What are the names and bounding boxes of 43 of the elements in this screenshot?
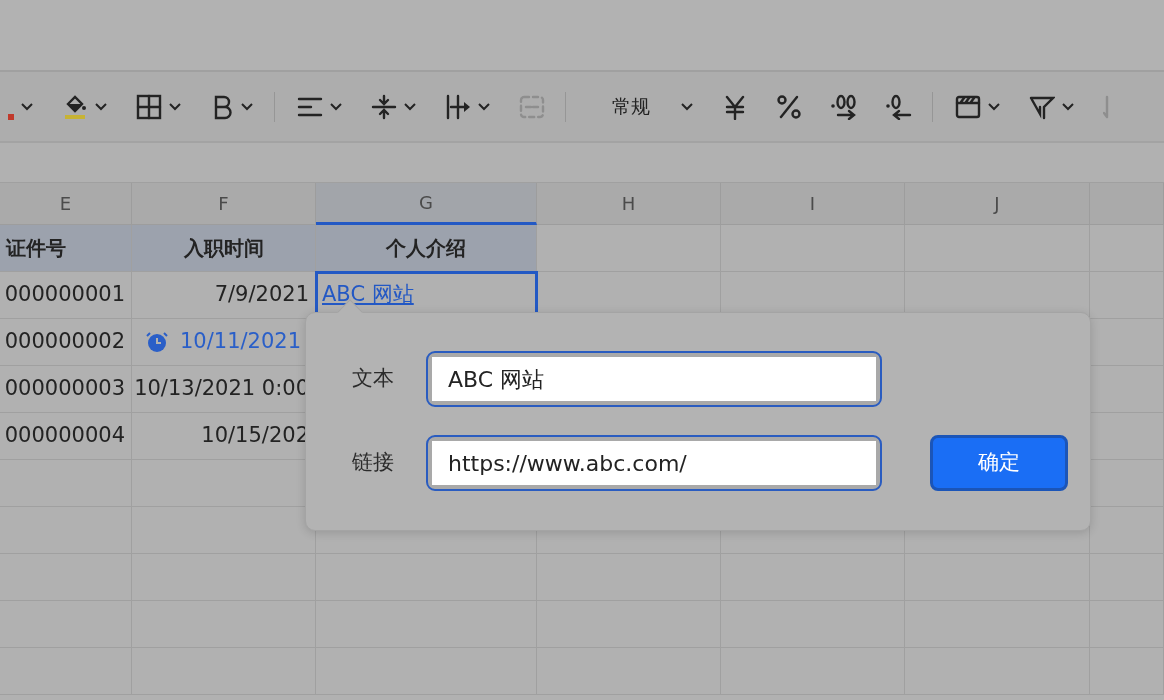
caret-icon — [168, 101, 182, 112]
caret-icon — [403, 101, 417, 112]
text-input-field[interactable]: ABC 网站 — [426, 351, 882, 407]
table-header-cell: 证件号 — [0, 225, 132, 272]
sort-icon — [1103, 93, 1111, 120]
column-header[interactable]: E — [0, 183, 132, 225]
table-cell: 000000004 — [0, 413, 132, 460]
confirm-button[interactable]: 确定 — [930, 435, 1068, 491]
caret-icon — [329, 101, 343, 112]
table-header-cell: 个人介绍 — [316, 225, 537, 272]
decrease-decimal-icon — [885, 93, 912, 120]
column-header[interactable]: H — [537, 183, 721, 225]
reminder-date: 10/11/2021 — [180, 328, 302, 356]
vertical-align-icon — [371, 93, 397, 120]
hyperlink-cell[interactable]: ABC 网站 — [316, 272, 537, 319]
table-cell: 000000002 — [0, 319, 132, 366]
field-label: 文本 — [352, 365, 395, 393]
text-wrap-icon — [445, 93, 471, 120]
increase-decimal-icon — [830, 93, 857, 120]
caret-icon — [477, 101, 491, 112]
link-input-field[interactable]: https://www.abc.com/ — [426, 435, 882, 491]
caret-icon — [240, 101, 254, 112]
caret-icon — [987, 101, 1001, 112]
column-header[interactable]: J — [905, 183, 1090, 225]
column-header[interactable]: I — [721, 183, 905, 225]
paint-bucket-icon — [62, 93, 88, 120]
field-label: 链接 — [352, 449, 395, 477]
table-cell: 000000003 — [0, 366, 132, 413]
number-format-dropdown[interactable]: 常规 — [580, 88, 702, 125]
caret-icon — [20, 101, 34, 112]
alarm-clock-icon — [146, 331, 168, 353]
merge-cells-icon — [519, 93, 545, 120]
table-header-cell: 入职时间 — [132, 225, 316, 272]
caret-icon — [94, 101, 108, 112]
column-header[interactable]: G — [316, 183, 537, 225]
column-header[interactable]: F — [132, 183, 316, 225]
font-color-icon — [8, 113, 14, 120]
percent-icon — [776, 93, 802, 120]
conditional-format-icon — [955, 93, 981, 120]
table-cell: 000000001 — [0, 272, 132, 319]
borders-icon — [136, 93, 162, 120]
caret-icon — [1061, 101, 1075, 112]
caret-icon — [680, 101, 694, 112]
